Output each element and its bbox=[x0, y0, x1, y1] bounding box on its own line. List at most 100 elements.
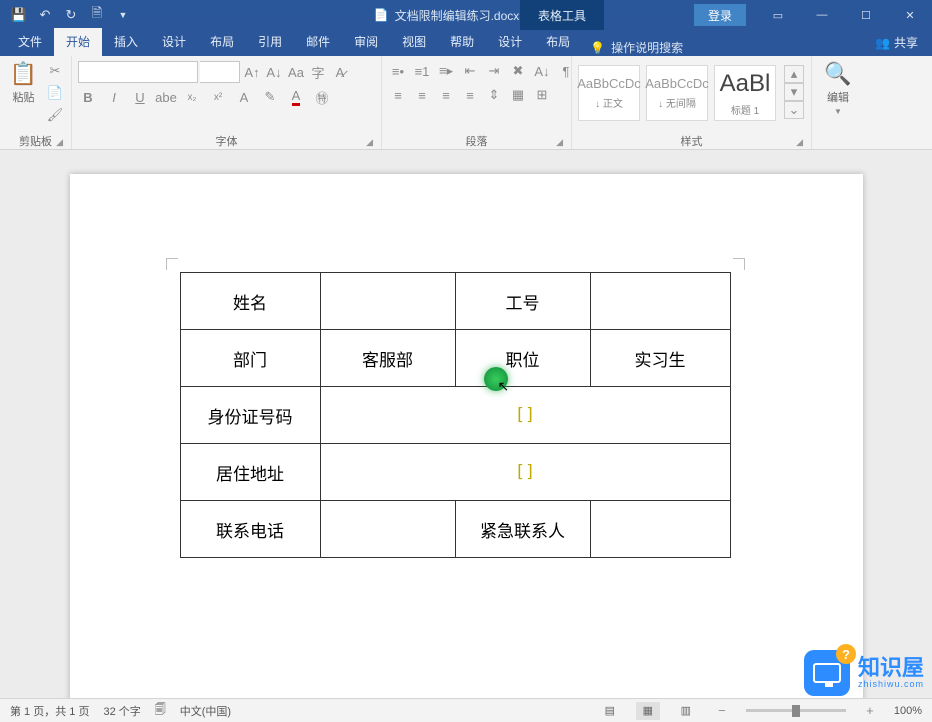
cell-name-value[interactable] bbox=[320, 273, 455, 330]
cell-phone-label[interactable]: 联系电话 bbox=[180, 501, 320, 558]
table-row[interactable]: 姓名 工号 bbox=[180, 273, 730, 330]
table-row[interactable]: 联系电话 紧急联系人 bbox=[180, 501, 730, 558]
cell-dept-value[interactable]: 客服部 bbox=[320, 330, 455, 387]
cell-idcard-value[interactable]: [] bbox=[320, 387, 730, 444]
strike-icon[interactable]: abe bbox=[156, 87, 176, 107]
cell-address-value[interactable]: [] bbox=[320, 444, 730, 501]
cell-name-label[interactable]: 姓名 bbox=[180, 273, 320, 330]
clear-format-icon[interactable]: A̷ bbox=[330, 62, 350, 82]
cell-id-label[interactable]: 工号 bbox=[455, 273, 590, 330]
paragraph-launcher-icon[interactable]: ◢ bbox=[556, 137, 563, 148]
editable-bracket[interactable]: [] bbox=[515, 462, 535, 482]
cell-idcard-label[interactable]: 身份证号码 bbox=[180, 387, 320, 444]
qat-dropdown-icon[interactable]: ▼ bbox=[112, 4, 134, 26]
cell-phone-value[interactable] bbox=[320, 501, 455, 558]
subscript-icon[interactable]: x₂ bbox=[182, 87, 202, 107]
cell-position-label[interactable]: 职位 bbox=[455, 330, 590, 387]
cell-emergency-label[interactable]: 紧急联系人 bbox=[455, 501, 590, 558]
tab-help[interactable]: 帮助 bbox=[438, 28, 486, 56]
increase-indent-icon[interactable]: ⇥ bbox=[484, 61, 504, 81]
styles-up-icon[interactable]: ▴ bbox=[784, 65, 804, 83]
bold-icon[interactable]: B bbox=[78, 87, 98, 107]
cell-dept-label[interactable]: 部门 bbox=[180, 330, 320, 387]
tab-mailings[interactable]: 邮件 bbox=[294, 28, 342, 56]
text-effects-icon[interactable]: A bbox=[234, 87, 254, 107]
print-layout-icon[interactable]: ▦ bbox=[636, 702, 660, 720]
zoom-in-icon[interactable]: + bbox=[860, 701, 880, 721]
table-row[interactable]: 居住地址 [] bbox=[180, 444, 730, 501]
style-heading1[interactable]: AaBl 标题 1 bbox=[714, 65, 776, 121]
font-size-select[interactable] bbox=[200, 61, 240, 83]
zoom-thumb[interactable] bbox=[792, 705, 800, 717]
format-painter-icon[interactable]: 🖌 bbox=[45, 105, 65, 125]
italic-icon[interactable]: I bbox=[104, 87, 124, 107]
cell-address-label[interactable]: 居住地址 bbox=[180, 444, 320, 501]
paste-button[interactable]: 📋 粘贴 bbox=[6, 59, 41, 105]
document-area[interactable]: 姓名 工号 部门 客服部 职位 实习生 身份证号码 [] 居住地址 bbox=[0, 150, 932, 698]
login-button[interactable]: 登录 bbox=[694, 4, 746, 26]
tab-view[interactable]: 视图 bbox=[390, 28, 438, 56]
justify-icon[interactable]: ≡ bbox=[460, 85, 480, 105]
asian-layout-icon[interactable]: ✖ bbox=[508, 61, 528, 81]
status-spell-icon[interactable]: 🗐 bbox=[155, 701, 166, 720]
status-page[interactable]: 第 1 页，共 1 页 bbox=[10, 703, 89, 719]
tab-review[interactable]: 审阅 bbox=[342, 28, 390, 56]
highlight-icon[interactable]: ✎ bbox=[260, 87, 280, 107]
editing-button[interactable]: 🔍 编辑 ▼ bbox=[818, 59, 858, 116]
copy-icon[interactable]: 📄 bbox=[45, 83, 65, 103]
borders-icon[interactable]: ⊞ bbox=[532, 85, 552, 105]
clipboard-launcher-icon[interactable]: ◢ bbox=[56, 137, 63, 148]
minimize-icon[interactable]: — bbox=[800, 0, 844, 30]
styles-down-icon[interactable]: ▾ bbox=[784, 83, 804, 101]
bullets-icon[interactable]: ≡• bbox=[388, 61, 408, 81]
editable-bracket[interactable]: [] bbox=[515, 405, 535, 425]
increase-font-icon[interactable]: A↑ bbox=[242, 62, 262, 82]
redo-icon[interactable]: ↻ bbox=[60, 4, 82, 26]
font-launcher-icon[interactable]: ◢ bbox=[366, 137, 373, 148]
preview-icon[interactable]: 🗎 bbox=[86, 4, 108, 26]
multilevel-icon[interactable]: ≡▸ bbox=[436, 61, 456, 81]
tab-table-layout[interactable]: 布局 bbox=[534, 28, 582, 56]
shading-icon[interactable]: ▦ bbox=[508, 85, 528, 105]
cut-icon[interactable]: ✂ bbox=[45, 61, 65, 81]
styles-launcher-icon[interactable]: ◢ bbox=[796, 137, 803, 148]
align-right-icon[interactable]: ≡ bbox=[436, 85, 456, 105]
superscript-icon[interactable]: x² bbox=[208, 87, 228, 107]
save-icon[interactable]: 💾 bbox=[8, 4, 30, 26]
table-row[interactable]: 部门 客服部 职位 实习生 bbox=[180, 330, 730, 387]
tab-references[interactable]: 引用 bbox=[246, 28, 294, 56]
zoom-level[interactable]: 100% bbox=[894, 705, 922, 717]
phonetic-guide-icon[interactable]: 字 bbox=[308, 62, 328, 82]
tab-home[interactable]: 开始 bbox=[54, 28, 102, 56]
tab-layout[interactable]: 布局 bbox=[198, 28, 246, 56]
tab-design[interactable]: 设计 bbox=[150, 28, 198, 56]
numbering-icon[interactable]: ≡1 bbox=[412, 61, 432, 81]
style-normal[interactable]: AaBbCcDc ↓ 正文 bbox=[578, 65, 640, 121]
tab-file[interactable]: 文件 bbox=[6, 28, 54, 56]
align-center-icon[interactable]: ≡ bbox=[412, 85, 432, 105]
decrease-font-icon[interactable]: A↓ bbox=[264, 62, 284, 82]
status-word-count[interactable]: 32 个字 bbox=[103, 703, 140, 719]
employee-table[interactable]: 姓名 工号 部门 客服部 职位 实习生 身份证号码 [] 居住地址 bbox=[180, 272, 731, 558]
maximize-icon[interactable]: ☐ bbox=[844, 0, 888, 30]
zoom-slider[interactable] bbox=[746, 709, 846, 712]
align-left-icon[interactable]: ≡ bbox=[388, 85, 408, 105]
table-row[interactable]: 身份证号码 [] bbox=[180, 387, 730, 444]
styles-more-icon[interactable]: ⌄ bbox=[784, 101, 804, 119]
undo-icon[interactable]: ↶ bbox=[34, 4, 56, 26]
zoom-out-icon[interactable]: − bbox=[712, 701, 732, 721]
underline-icon[interactable]: U bbox=[130, 87, 150, 107]
cell-emergency-value[interactable] bbox=[590, 501, 730, 558]
enclose-char-icon[interactable]: ㊕ bbox=[312, 87, 332, 107]
style-no-spacing[interactable]: AaBbCcDc ↓ 无间隔 bbox=[646, 65, 708, 121]
tab-insert[interactable]: 插入 bbox=[102, 28, 150, 56]
cell-position-value[interactable]: 实习生 bbox=[590, 330, 730, 387]
read-mode-icon[interactable]: ▤ bbox=[598, 702, 622, 720]
font-color-icon[interactable]: A bbox=[286, 87, 306, 107]
web-layout-icon[interactable]: ▥ bbox=[674, 702, 698, 720]
sort-icon[interactable]: A↓ bbox=[532, 61, 552, 81]
close-icon[interactable]: ✕ bbox=[888, 0, 932, 30]
change-case-icon[interactable]: Aa bbox=[286, 62, 306, 82]
status-language[interactable]: 中文(中国) bbox=[180, 703, 231, 719]
cell-id-value[interactable] bbox=[590, 273, 730, 330]
